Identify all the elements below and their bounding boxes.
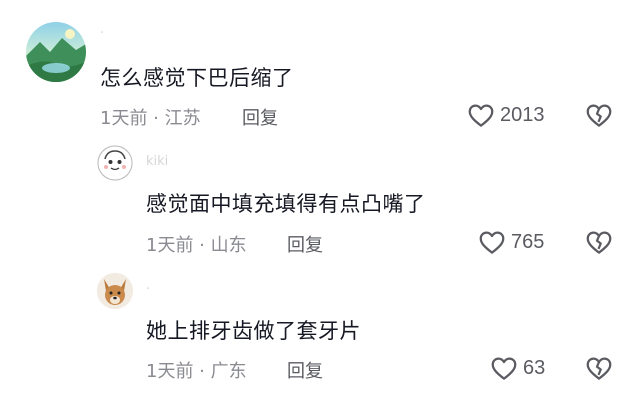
comment-meta: 1天前 · 江苏	[100, 108, 201, 129]
like-button[interactable]: 2013	[466, 100, 545, 130]
avatar[interactable]	[97, 273, 133, 309]
comment-item: kiki 感觉面中填充填得有点凸嘴了 1天前 · 山东 回复 765	[0, 140, 640, 270]
comment-item: · 怎么感觉下巴后缩了 1天前 · 江苏 回复 2013	[0, 0, 640, 140]
cartoon-avatar	[97, 145, 133, 181]
comment-item: · 她上排牙齿做了套牙片 1天前 · 广东 回复 63	[0, 270, 640, 405]
like-count: 2013	[500, 103, 545, 126]
comment-text: 她上排牙齿做了套牙片	[146, 319, 361, 343]
landscape-avatar	[26, 22, 86, 82]
broken-heart-icon[interactable]	[584, 100, 614, 130]
comment-meta: 1天前 · 广东	[146, 361, 247, 382]
broken-heart-icon[interactable]	[584, 227, 614, 257]
heart-outline-icon	[477, 227, 507, 257]
avatar[interactable]	[26, 22, 86, 82]
like-button[interactable]: 765	[477, 227, 544, 257]
like-button[interactable]: 63	[489, 353, 545, 383]
broken-heart-icon[interactable]	[584, 353, 614, 383]
username[interactable]: kiki	[146, 154, 168, 169]
reply-button[interactable]: 回复	[242, 104, 278, 130]
avatar[interactable]	[97, 145, 133, 181]
username[interactable]: ·	[146, 282, 150, 297]
comment-text: 感觉面中填充填得有点凸嘴了	[146, 192, 426, 216]
reply-button[interactable]: 回复	[287, 231, 323, 257]
like-count: 63	[523, 356, 546, 379]
comment-text: 怎么感觉下巴后缩了	[100, 66, 294, 90]
comment-meta: 1天前 · 山东	[146, 235, 247, 256]
like-count: 765	[511, 230, 545, 253]
username[interactable]: ·	[100, 26, 104, 41]
heart-outline-icon	[489, 353, 519, 383]
heart-outline-icon	[466, 100, 496, 130]
reply-button[interactable]: 回复	[287, 357, 323, 383]
dog-avatar	[97, 273, 133, 309]
